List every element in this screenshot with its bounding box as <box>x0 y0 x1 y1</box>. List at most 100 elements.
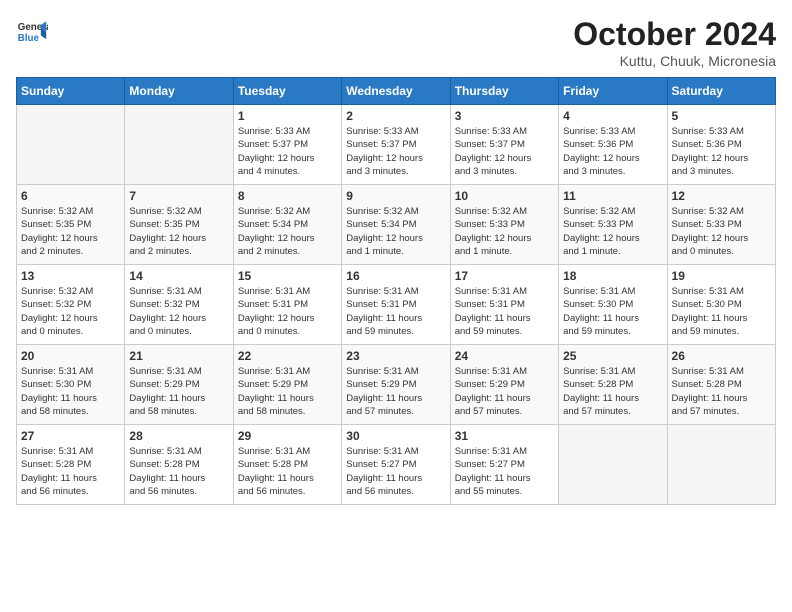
calendar-day-cell: 6 Sunrise: 5:32 AM Sunset: 5:35 PM Daylig… <box>17 185 125 265</box>
calendar-day-cell: 10Sunrise: 5:32 AM Sunset: 5:33 PM Dayli… <box>450 185 558 265</box>
day-number: 12 <box>672 189 771 203</box>
day-info: Sunrise: 5:33 AM Sunset: 5:36 PM Dayligh… <box>672 125 771 178</box>
day-info: Sunrise: 5:31 AM Sunset: 5:29 PM Dayligh… <box>346 365 445 418</box>
day-number: 25 <box>563 349 662 363</box>
day-info: Sunrise: 5:32 AM Sunset: 5:33 PM Dayligh… <box>455 205 554 258</box>
calendar-week-row: 20 Sunrise: 5:31 AM Sunset: 5:30 PM Dayli… <box>17 345 776 425</box>
calendar-day-cell: 22Sunrise: 5:31 AM Sunset: 5:29 PM Dayli… <box>233 345 341 425</box>
day-info: Sunrise: 5:31 AM Sunset: 5:30 PM Dayligh… <box>21 365 120 418</box>
day-number: 1 <box>238 109 337 123</box>
calendar-day-cell: 18 Sunrise: 5:31 AM Sunset: 5:30 PM Dayli… <box>559 265 667 345</box>
calendar-day-cell: 5 Sunrise: 5:33 AM Sunset: 5:36 PM Daylig… <box>667 105 775 185</box>
calendar-day-cell: 9Sunrise: 5:32 AM Sunset: 5:34 PM Daylig… <box>342 185 450 265</box>
day-info: Sunrise: 5:31 AM Sunset: 5:31 PM Dayligh… <box>346 285 445 338</box>
logo-icon: General Blue <box>16 16 48 48</box>
day-number: 5 <box>672 109 771 123</box>
calendar-day-cell: 25Sunrise: 5:31 AM Sunset: 5:28 PM Dayli… <box>559 345 667 425</box>
day-info: Sunrise: 5:32 AM Sunset: 5:33 PM Dayligh… <box>563 205 662 258</box>
weekday-header-sunday: Sunday <box>17 78 125 105</box>
calendar-day-cell: 17 Sunrise: 5:31 AM Sunset: 5:31 PM Dayli… <box>450 265 558 345</box>
day-number: 26 <box>672 349 771 363</box>
day-info: Sunrise: 5:32 AM Sunset: 5:33 PM Dayligh… <box>672 205 771 258</box>
day-number: 8 <box>238 189 337 203</box>
calendar-day-cell: 14 Sunrise: 5:31 AM Sunset: 5:32 PM Dayli… <box>125 265 233 345</box>
calendar-day-cell: 21Sunrise: 5:31 AM Sunset: 5:29 PM Dayli… <box>125 345 233 425</box>
calendar-day-cell: 15 Sunrise: 5:31 AM Sunset: 5:31 PM Dayli… <box>233 265 341 345</box>
day-info: Sunrise: 5:31 AM Sunset: 5:27 PM Dayligh… <box>346 445 445 498</box>
day-number: 18 <box>563 269 662 283</box>
calendar-table: SundayMondayTuesdayWednesdayThursdayFrid… <box>16 77 776 505</box>
day-number: 3 <box>455 109 554 123</box>
weekday-header-wednesday: Wednesday <box>342 78 450 105</box>
calendar-day-cell: 8 Sunrise: 5:32 AM Sunset: 5:34 PM Daylig… <box>233 185 341 265</box>
day-info: Sunrise: 5:33 AM Sunset: 5:37 PM Dayligh… <box>455 125 554 178</box>
calendar-day-cell: 11 Sunrise: 5:32 AM Sunset: 5:33 PM Dayli… <box>559 185 667 265</box>
day-info: Sunrise: 5:31 AM Sunset: 5:28 PM Dayligh… <box>238 445 337 498</box>
day-info: Sunrise: 5:31 AM Sunset: 5:27 PM Dayligh… <box>455 445 554 498</box>
day-number: 17 <box>455 269 554 283</box>
calendar-day-cell: 12 Sunrise: 5:32 AM Sunset: 5:33 PM Dayli… <box>667 185 775 265</box>
calendar-week-row: 1 Sunrise: 5:33 AM Sunset: 5:37 PM Daylig… <box>17 105 776 185</box>
day-info: Sunrise: 5:31 AM Sunset: 5:30 PM Dayligh… <box>563 285 662 338</box>
day-info: Sunrise: 5:31 AM Sunset: 5:29 PM Dayligh… <box>455 365 554 418</box>
day-info: Sunrise: 5:31 AM Sunset: 5:31 PM Dayligh… <box>238 285 337 338</box>
day-number: 11 <box>563 189 662 203</box>
calendar-day-cell: 24 Sunrise: 5:31 AM Sunset: 5:29 PM Dayli… <box>450 345 558 425</box>
logo: General Blue <box>16 16 48 48</box>
calendar-day-cell: 28 Sunrise: 5:31 AM Sunset: 5:28 PM Dayli… <box>125 425 233 505</box>
day-info: Sunrise: 5:32 AM Sunset: 5:35 PM Dayligh… <box>129 205 228 258</box>
weekday-header-thursday: Thursday <box>450 78 558 105</box>
month-title: October 2024 <box>573 16 776 53</box>
day-number: 20 <box>21 349 120 363</box>
day-info: Sunrise: 5:32 AM Sunset: 5:34 PM Dayligh… <box>238 205 337 258</box>
day-info: Sunrise: 5:31 AM Sunset: 5:30 PM Dayligh… <box>672 285 771 338</box>
day-info: Sunrise: 5:31 AM Sunset: 5:28 PM Dayligh… <box>21 445 120 498</box>
day-number: 13 <box>21 269 120 283</box>
calendar-day-cell: 3 Sunrise: 5:33 AM Sunset: 5:37 PM Daylig… <box>450 105 558 185</box>
day-info: Sunrise: 5:33 AM Sunset: 5:36 PM Dayligh… <box>563 125 662 178</box>
day-number: 6 <box>21 189 120 203</box>
day-number: 7 <box>129 189 228 203</box>
calendar-day-cell: 4Sunrise: 5:33 AM Sunset: 5:36 PM Daylig… <box>559 105 667 185</box>
day-info: Sunrise: 5:31 AM Sunset: 5:32 PM Dayligh… <box>129 285 228 338</box>
calendar-day-cell: 29 Sunrise: 5:31 AM Sunset: 5:28 PM Dayli… <box>233 425 341 505</box>
day-number: 28 <box>129 429 228 443</box>
day-info: Sunrise: 5:31 AM Sunset: 5:31 PM Dayligh… <box>455 285 554 338</box>
calendar-day-cell <box>17 105 125 185</box>
day-number: 22 <box>238 349 337 363</box>
day-info: Sunrise: 5:32 AM Sunset: 5:35 PM Dayligh… <box>21 205 120 258</box>
calendar-day-cell: 1 Sunrise: 5:33 AM Sunset: 5:37 PM Daylig… <box>233 105 341 185</box>
day-number: 14 <box>129 269 228 283</box>
day-info: Sunrise: 5:32 AM Sunset: 5:34 PM Dayligh… <box>346 205 445 258</box>
calendar-day-cell: 20 Sunrise: 5:31 AM Sunset: 5:30 PM Dayli… <box>17 345 125 425</box>
day-number: 31 <box>455 429 554 443</box>
day-number: 23 <box>346 349 445 363</box>
calendar-day-cell <box>125 105 233 185</box>
calendar-day-cell: 16Sunrise: 5:31 AM Sunset: 5:31 PM Dayli… <box>342 265 450 345</box>
calendar-day-cell <box>667 425 775 505</box>
day-number: 15 <box>238 269 337 283</box>
calendar-week-row: 27Sunrise: 5:31 AM Sunset: 5:28 PM Dayli… <box>17 425 776 505</box>
svg-text:Blue: Blue <box>18 33 40 44</box>
calendar-day-cell: 2 Sunrise: 5:33 AM Sunset: 5:37 PM Daylig… <box>342 105 450 185</box>
calendar-day-cell <box>559 425 667 505</box>
day-number: 2 <box>346 109 445 123</box>
day-info: Sunrise: 5:33 AM Sunset: 5:37 PM Dayligh… <box>238 125 337 178</box>
day-info: Sunrise: 5:31 AM Sunset: 5:28 PM Dayligh… <box>672 365 771 418</box>
header: General Blue October 2024 Kuttu, Chuuk, … <box>16 16 776 69</box>
day-number: 29 <box>238 429 337 443</box>
calendar-day-cell: 30 Sunrise: 5:31 AM Sunset: 5:27 PM Dayli… <box>342 425 450 505</box>
weekday-header-saturday: Saturday <box>667 78 775 105</box>
calendar-day-cell: 27Sunrise: 5:31 AM Sunset: 5:28 PM Dayli… <box>17 425 125 505</box>
calendar-day-cell: 31 Sunrise: 5:31 AM Sunset: 5:27 PM Dayli… <box>450 425 558 505</box>
calendar-week-row: 6 Sunrise: 5:32 AM Sunset: 5:35 PM Daylig… <box>17 185 776 265</box>
day-number: 24 <box>455 349 554 363</box>
title-area: October 2024 Kuttu, Chuuk, Micronesia <box>573 16 776 69</box>
day-info: Sunrise: 5:33 AM Sunset: 5:37 PM Dayligh… <box>346 125 445 178</box>
day-number: 19 <box>672 269 771 283</box>
calendar-day-cell: 26 Sunrise: 5:31 AM Sunset: 5:28 PM Dayli… <box>667 345 775 425</box>
day-info: Sunrise: 5:31 AM Sunset: 5:28 PM Dayligh… <box>129 445 228 498</box>
calendar-day-cell: 7 Sunrise: 5:32 AM Sunset: 5:35 PM Daylig… <box>125 185 233 265</box>
weekday-header-monday: Monday <box>125 78 233 105</box>
day-number: 30 <box>346 429 445 443</box>
